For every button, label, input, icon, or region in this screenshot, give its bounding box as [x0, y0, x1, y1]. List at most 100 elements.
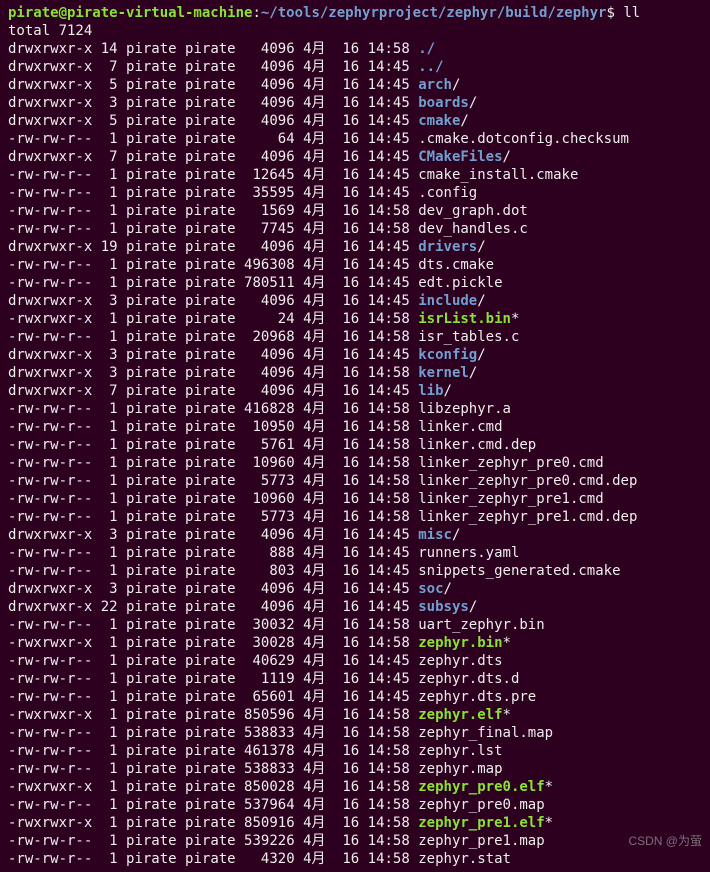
permissions: -rw-rw-r--	[8, 203, 92, 219]
file-size: 537964	[236, 797, 295, 813]
file-name[interactable]: kconfig	[410, 347, 477, 363]
link-count: 1	[92, 131, 117, 147]
group: pirate	[177, 149, 236, 165]
file-size: 30028	[236, 635, 295, 651]
file-row: drwxrwxr-x 7 pirate pirate 4096 4月 16 14…	[8, 58, 702, 76]
group: pirate	[177, 653, 236, 669]
file-name[interactable]: cmake	[410, 113, 461, 129]
day: 16	[326, 761, 360, 777]
file-name[interactable]: zephyr.dts.d	[410, 671, 520, 687]
shell-prompt[interactable]: pirate@pirate-virtual-machine:~/tools/ze…	[8, 4, 702, 22]
file-suffix: /	[469, 365, 477, 381]
owner: pirate	[118, 347, 177, 363]
file-name[interactable]: linker_zephyr_pre0.cmd	[410, 455, 604, 471]
file-name[interactable]: ./	[410, 41, 435, 57]
link-count: 1	[92, 851, 117, 867]
command-input[interactable]: ll	[623, 5, 640, 21]
time: 14:45	[359, 131, 410, 147]
file-name[interactable]: .config	[410, 185, 477, 201]
file-row: -rw-rw-r-- 1 pirate pirate 35595 4月 16 1…	[8, 184, 702, 202]
file-name[interactable]: lib	[410, 383, 444, 399]
month: 4月	[295, 95, 326, 111]
file-row: drwxrwxr-x 5 pirate pirate 4096 4月 16 14…	[8, 112, 702, 130]
file-name[interactable]: dev_handles.c	[410, 221, 528, 237]
day: 16	[326, 581, 360, 597]
group: pirate	[177, 221, 236, 237]
file-name[interactable]: libzephyr.a	[410, 401, 511, 417]
link-count: 19	[92, 239, 117, 255]
file-name[interactable]: zephyr.elf	[410, 707, 503, 723]
owner: pirate	[118, 203, 177, 219]
file-name[interactable]: cmake_install.cmake	[410, 167, 579, 183]
file-name[interactable]: zephyr.stat	[410, 851, 511, 867]
owner: pirate	[118, 527, 177, 543]
file-row: drwxrwxr-x 3 pirate pirate 4096 4月 16 14…	[8, 364, 702, 382]
file-name[interactable]: zephyr_pre0.map	[410, 797, 545, 813]
file-name[interactable]: zephyr_pre1.elf	[410, 815, 545, 831]
file-size: 10960	[236, 491, 295, 507]
permissions: -rw-rw-r--	[8, 689, 92, 705]
file-name[interactable]: linker_zephyr_pre1.cmd.dep	[410, 509, 638, 525]
time: 14:58	[359, 833, 410, 849]
owner: pirate	[118, 221, 177, 237]
file-name[interactable]: arch	[410, 77, 452, 93]
file-name[interactable]: ../	[410, 59, 444, 75]
group: pirate	[177, 329, 236, 345]
file-name[interactable]: runners.yaml	[410, 545, 520, 561]
file-name[interactable]: kernel	[410, 365, 469, 381]
file-name[interactable]: zephyr_final.map	[410, 725, 553, 741]
file-name[interactable]: drivers	[410, 239, 477, 255]
file-size: 1119	[236, 671, 295, 687]
file-name[interactable]: isr_tables.c	[410, 329, 520, 345]
link-count: 14	[92, 41, 117, 57]
file-name[interactable]: zephyr.lst	[410, 743, 503, 759]
file-name[interactable]: include	[410, 293, 477, 309]
file-name[interactable]: zephyr.dts.pre	[410, 689, 536, 705]
file-name[interactable]: zephyr.map	[410, 761, 503, 777]
permissions: -rw-rw-r--	[8, 275, 92, 291]
time: 14:45	[359, 347, 410, 363]
group: pirate	[177, 131, 236, 147]
file-name[interactable]: soc	[410, 581, 444, 597]
file-name[interactable]: linker.cmd	[410, 419, 503, 435]
file-name[interactable]: dev_graph.dot	[410, 203, 528, 219]
file-name[interactable]: dts.cmake	[410, 257, 494, 273]
file-size: 4096	[236, 383, 295, 399]
day: 16	[326, 563, 360, 579]
time: 14:45	[359, 59, 410, 75]
file-row: -rw-rw-r-- 1 pirate pirate 10960 4月 16 1…	[8, 490, 702, 508]
link-count: 1	[92, 689, 117, 705]
owner: pirate	[118, 455, 177, 471]
owner: pirate	[118, 311, 177, 327]
file-name[interactable]: linker.cmd.dep	[410, 437, 536, 453]
time: 14:45	[359, 275, 410, 291]
user-host: pirate@pirate-virtual-machine	[8, 5, 252, 21]
group: pirate	[177, 545, 236, 561]
file-name[interactable]: boards	[410, 95, 469, 111]
file-name[interactable]: linker_zephyr_pre1.cmd	[410, 491, 604, 507]
month: 4月	[295, 455, 326, 471]
file-name[interactable]: edt.pickle	[410, 275, 503, 291]
permissions: -rw-rw-r--	[8, 851, 92, 867]
file-name[interactable]: snippets_generated.cmake	[410, 563, 621, 579]
file-name[interactable]: zephyr_pre1.map	[410, 833, 545, 849]
file-name[interactable]: zephyr_pre0.elf	[410, 779, 545, 795]
owner: pirate	[118, 41, 177, 57]
day: 16	[326, 203, 360, 219]
file-name[interactable]: .cmake.dotconfig.checksum	[410, 131, 629, 147]
file-name[interactable]: misc	[410, 527, 452, 543]
owner: pirate	[118, 401, 177, 417]
file-name[interactable]: zephyr.bin	[410, 635, 503, 651]
file-row: -rw-rw-r-- 1 pirate pirate 5773 4月 16 14…	[8, 508, 702, 526]
file-name[interactable]: CMakeFiles	[410, 149, 503, 165]
day: 16	[326, 743, 360, 759]
file-row: -rwxrwxr-x 1 pirate pirate 30028 4月 16 1…	[8, 634, 702, 652]
file-row: -rwxrwxr-x 1 pirate pirate 850596 4月 16 …	[8, 706, 702, 724]
file-name[interactable]: subsys	[410, 599, 469, 615]
file-name[interactable]: zephyr.dts	[410, 653, 503, 669]
file-row: drwxrwxr-x 3 pirate pirate 4096 4月 16 14…	[8, 292, 702, 310]
file-name[interactable]: linker_zephyr_pre0.cmd.dep	[410, 473, 638, 489]
day: 16	[326, 815, 360, 831]
file-name[interactable]: isrList.bin	[410, 311, 511, 327]
file-name[interactable]: uart_zephyr.bin	[410, 617, 545, 633]
